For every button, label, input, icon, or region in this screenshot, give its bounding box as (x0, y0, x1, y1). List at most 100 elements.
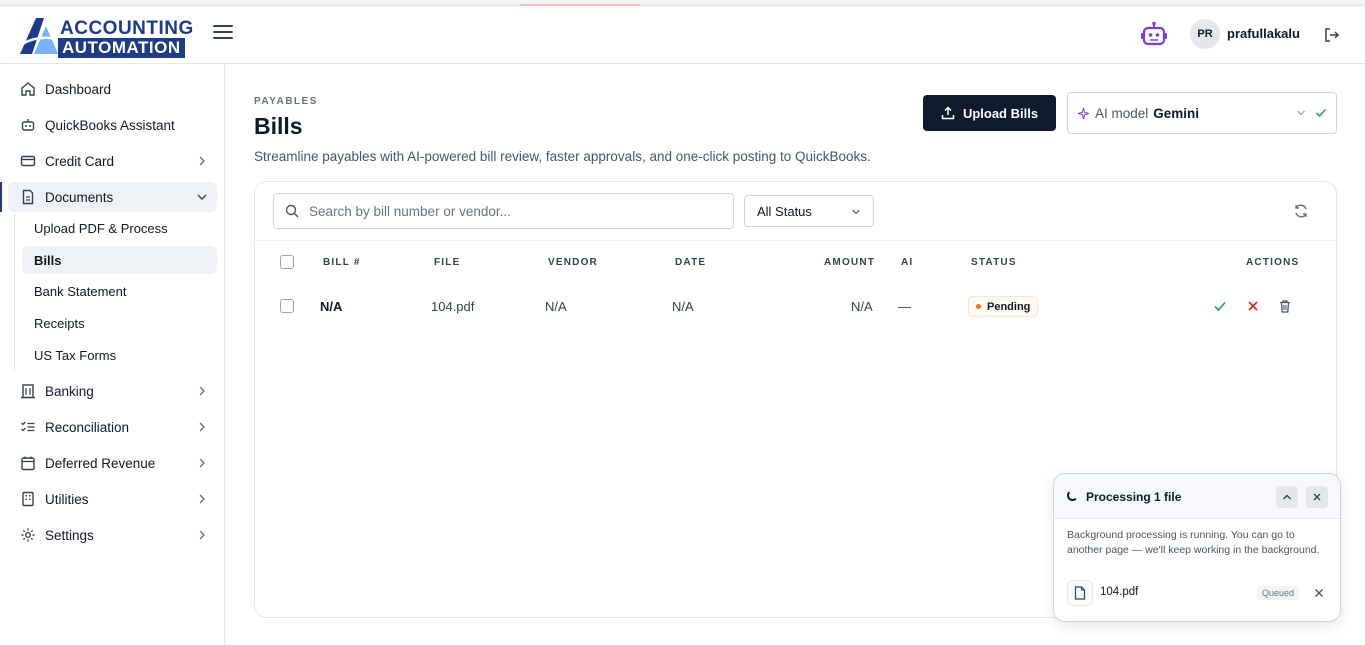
upload-bills-button[interactable]: Upload Bills (923, 95, 1056, 131)
bill-number-cell[interactable]: N/A (320, 299, 342, 314)
username[interactable]: prafullakalu (1227, 26, 1300, 41)
search-icon (285, 204, 299, 218)
app-logo[interactable]: ACCOUNTING AUTOMATION (18, 12, 193, 58)
credit-card-icon (19, 152, 37, 170)
sidebar-item-reconciliation[interactable]: Reconciliation (8, 412, 217, 442)
date-cell: N/A (672, 299, 694, 314)
sidebar-subitem-bills[interactable]: Bills (22, 246, 217, 274)
active-section-indicator (0, 182, 2, 212)
check-icon[interactable] (1315, 107, 1327, 119)
sidebar-item-label: Documents (45, 189, 114, 205)
toast-title: Processing 1 file (1086, 490, 1182, 504)
top-header: ACCOUNTING AUTOMATION PR prafullakalu (0, 6, 1365, 64)
collapse-toast-button[interactable] (1276, 486, 1298, 508)
sidebar-item-label: Banking (45, 383, 94, 399)
chevron-up-icon (1283, 494, 1291, 500)
chevron-right-icon (199, 494, 205, 504)
column-header-amount[interactable]: AMOUNT (824, 257, 875, 268)
status-dot (976, 304, 981, 309)
queued-file-name: 104.pdf (1100, 586, 1139, 598)
upload-icon (941, 106, 955, 120)
status-filter-value: All Status (757, 203, 812, 219)
menu-toggle-icon[interactable] (213, 25, 233, 41)
status-filter-select[interactable]: All Status (744, 195, 874, 227)
page-eyebrow: PAYABLES (254, 96, 318, 107)
bank-icon (19, 382, 37, 400)
status-badge-label: Pending (987, 300, 1031, 313)
chevron-down-icon (197, 194, 207, 200)
sparkle-icon (1077, 107, 1090, 119)
submenu-guide-line (14, 214, 15, 370)
sidebar-item-label: Dashboard (45, 81, 112, 97)
sidebar-item-banking[interactable]: Banking (8, 376, 217, 406)
search-input[interactable] (309, 203, 709, 219)
chevron-down-icon (852, 209, 860, 215)
sidebar-subitem-bank-statement[interactable]: Bank Statement (22, 277, 217, 305)
column-header-date[interactable]: DATE (675, 257, 706, 268)
toast-message: Background processing is running. You ca… (1067, 529, 1320, 556)
bot-assistant-icon[interactable] (1140, 21, 1168, 47)
sidebar-item-deferred-revenue[interactable]: Deferred Revenue (8, 448, 217, 478)
sidebar-item-label: Deferred Revenue (45, 455, 156, 471)
chevron-right-icon (199, 530, 205, 540)
ai-model-select[interactable]: AI model Gemini (1067, 92, 1337, 134)
gear-icon (19, 526, 37, 544)
vendor-cell: N/A (545, 299, 567, 314)
sidebar-item-documents[interactable]: Documents (8, 182, 217, 212)
sidebar-item-settings[interactable]: Settings (8, 520, 217, 550)
ai-model-label: AI model (1095, 105, 1149, 121)
toast-header: Processing 1 file (1054, 474, 1340, 519)
column-header-actions: ACTIONS (1246, 257, 1300, 268)
chevron-down-icon (1297, 110, 1305, 116)
reject-x-icon[interactable] (1246, 299, 1260, 313)
page-subtitle: Streamline payables with AI-powered bill… (254, 149, 871, 164)
logo-text-top: ACCOUNTING (60, 18, 194, 39)
document-icon (19, 188, 37, 206)
sidebar-subitem-receipts[interactable]: Receipts (22, 309, 217, 337)
search-box[interactable] (273, 193, 734, 229)
row-checkbox[interactable] (280, 299, 294, 313)
sidebar-item-quickbooks-assistant[interactable]: QuickBooks Assistant (8, 110, 217, 140)
sidebar-subitem-upload-pdf[interactable]: Upload PDF & Process (22, 214, 217, 242)
ai-cell: — (898, 299, 911, 314)
sidebar-item-credit-card[interactable]: Credit Card (8, 146, 217, 176)
page-title: Bills (254, 113, 303, 139)
ai-model-value: Gemini (1153, 105, 1200, 121)
file-cell[interactable]: 104.pdf (431, 299, 474, 314)
bot-icon (19, 116, 37, 134)
table-header-divider (255, 240, 1336, 241)
refresh-icon[interactable] (1293, 203, 1309, 219)
close-icon (1313, 493, 1321, 501)
select-all-checkbox[interactable] (280, 255, 294, 269)
file-icon (1067, 580, 1093, 606)
avatar[interactable]: PR (1190, 19, 1220, 49)
queued-badge: Queued (1257, 586, 1300, 600)
amount-cell: N/A (851, 299, 873, 314)
chevron-right-icon (199, 458, 205, 468)
sidebar-item-utilities[interactable]: Utilities (8, 484, 217, 514)
building-icon (19, 490, 37, 508)
remove-file-icon[interactable] (1312, 586, 1326, 600)
sidebar: Dashboard QuickBooks Assistant Credit Ca… (0, 64, 225, 645)
trash-icon[interactable] (1278, 299, 1292, 313)
sidebar-item-label: QuickBooks Assistant (45, 117, 175, 133)
close-toast-button[interactable] (1306, 486, 1328, 508)
sidebar-item-label: Reconciliation (45, 419, 130, 435)
column-header-ai: AI (901, 257, 914, 268)
sidebar-item-dashboard[interactable]: Dashboard (8, 74, 217, 104)
column-header-bill[interactable]: BILL # (323, 257, 361, 268)
spinner-icon (1067, 490, 1078, 501)
column-header-vendor[interactable]: VENDOR (548, 257, 598, 268)
chevron-right-icon (199, 422, 205, 432)
sidebar-item-label: Utilities (45, 491, 89, 507)
sidebar-subitem-us-tax-forms[interactable]: US Tax Forms (22, 341, 217, 369)
column-header-file[interactable]: FILE (434, 257, 460, 268)
logo-mark-icon (20, 18, 61, 54)
upload-bills-label: Upload Bills (962, 105, 1039, 121)
logout-icon[interactable] (1323, 26, 1341, 44)
approve-check-icon[interactable] (1213, 299, 1227, 313)
logo-text-bottom: AUTOMATION (58, 38, 185, 58)
status-badge: Pending (968, 296, 1039, 317)
sidebar-item-label: Settings (45, 527, 94, 543)
column-header-status[interactable]: STATUS (971, 257, 1017, 268)
